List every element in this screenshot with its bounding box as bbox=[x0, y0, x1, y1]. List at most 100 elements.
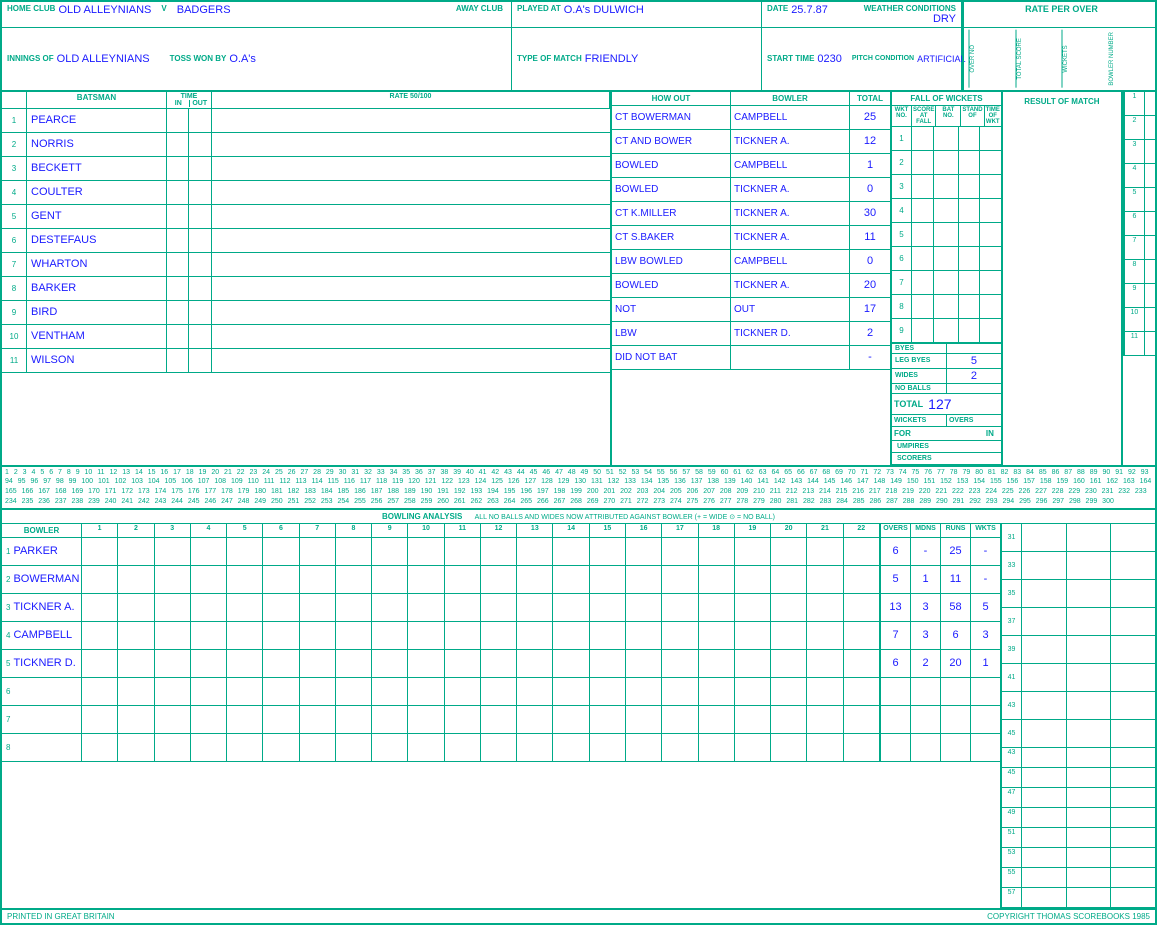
total-cell: 25 bbox=[850, 106, 890, 129]
bowling-rows: 1 PARKER 6 - 25 - 2 BOWERMAN 5 1 11 - 3 … bbox=[2, 538, 1000, 762]
bowl-over-18 bbox=[699, 678, 735, 705]
over-header-11: 11 bbox=[445, 524, 481, 537]
bowl-over-10 bbox=[408, 538, 444, 565]
rate-row: 2 bbox=[1123, 116, 1157, 140]
bowl-over-6 bbox=[263, 594, 299, 621]
total-cell: 2 bbox=[850, 322, 890, 345]
batsman-num: 6 bbox=[2, 229, 27, 252]
time-out bbox=[189, 181, 212, 204]
fow-time bbox=[980, 319, 1001, 342]
bowl-over-21 bbox=[807, 706, 843, 733]
footer-left: PRINTED IN GREAT BRITAIN bbox=[7, 912, 115, 921]
bowler-cell: OUT bbox=[731, 298, 850, 321]
rate-per-over-label: RATE PER OVER bbox=[969, 4, 1154, 14]
bowl-over-20 bbox=[771, 650, 807, 677]
fow-row: 7 bbox=[892, 271, 1001, 295]
over-header-17: 17 bbox=[662, 524, 698, 537]
rate-row: 1 bbox=[1123, 92, 1157, 116]
bowl-over-19 bbox=[735, 566, 771, 593]
batsman-name: BECKETT bbox=[27, 157, 167, 180]
fow-score bbox=[912, 199, 934, 222]
bowl-over-6 bbox=[263, 538, 299, 565]
batsman-name: WILSON bbox=[27, 349, 167, 372]
bowl-over-6 bbox=[263, 566, 299, 593]
how-out-cell: CT BOWERMAN bbox=[612, 106, 731, 129]
fow-score bbox=[912, 319, 934, 342]
batsman-num: 3 bbox=[2, 157, 27, 180]
bowl-overs: 6 bbox=[880, 538, 910, 565]
bowl-over-22 bbox=[844, 622, 880, 649]
rate-row: 8 bbox=[1123, 260, 1157, 284]
how-out-row: LBW BOWLED CAMPBELL 0 bbox=[612, 250, 890, 274]
date-value: 25.7.87 bbox=[791, 4, 828, 16]
rate-row: 4 bbox=[1123, 164, 1157, 188]
rate-bowling-row: 39 bbox=[1002, 636, 1155, 664]
batsman-num: 9 bbox=[2, 301, 27, 324]
bowl-over-7 bbox=[300, 566, 336, 593]
bowl-over-2 bbox=[118, 622, 154, 649]
bowl-overs bbox=[880, 678, 910, 705]
bowl-over-16 bbox=[626, 622, 662, 649]
batting-balls bbox=[212, 181, 610, 204]
scorers-label: SCORERS bbox=[892, 453, 1001, 465]
batting-balls bbox=[212, 205, 610, 228]
bowl-overs: 7 bbox=[880, 622, 910, 649]
bowl-over-22 bbox=[844, 650, 880, 677]
bowl-over-3 bbox=[155, 538, 191, 565]
time-out bbox=[189, 277, 212, 300]
bowling-name: 1 PARKER bbox=[2, 538, 82, 565]
fow-wkt-label: WKT NO. bbox=[892, 106, 912, 126]
played-at-label: PLAYED AT bbox=[517, 4, 561, 13]
how-out-row: BOWLED TICKNER A. 20 bbox=[612, 274, 890, 298]
bowl-over-17 bbox=[662, 622, 698, 649]
bowl-over-15 bbox=[590, 706, 626, 733]
over-header-12: 12 bbox=[481, 524, 517, 537]
time-in bbox=[167, 349, 189, 372]
bowl-over-8 bbox=[336, 566, 372, 593]
bowl-over-11 bbox=[445, 650, 481, 677]
bowl-over-16 bbox=[626, 538, 662, 565]
bowl-over-9 bbox=[372, 678, 408, 705]
total-value: 127 bbox=[928, 396, 951, 412]
bowling-name: 4 CAMPBELL bbox=[2, 622, 82, 649]
batting-row: 3 BECKETT bbox=[2, 157, 610, 181]
bowl-over-22 bbox=[844, 706, 880, 733]
bowl-over-22 bbox=[844, 538, 880, 565]
bowl-over-15 bbox=[590, 734, 626, 761]
how-out-cell: LBW bbox=[612, 322, 731, 345]
bowl-over-7 bbox=[300, 650, 336, 677]
bowl-over-20 bbox=[771, 594, 807, 621]
fow-bat bbox=[934, 271, 959, 294]
rate-row: 9 bbox=[1123, 284, 1157, 308]
bowl-wkts bbox=[970, 734, 1000, 761]
bowl-over-20 bbox=[771, 566, 807, 593]
time-in bbox=[167, 133, 189, 156]
rate-bowling-extra-row: 57 bbox=[1002, 888, 1155, 908]
fow-header: FALL OF WICKETS bbox=[892, 92, 1001, 106]
batting-balls bbox=[212, 277, 610, 300]
total-cell: 0 bbox=[850, 250, 890, 273]
weather-value: DRY bbox=[933, 13, 956, 25]
start-time-value: 0230 bbox=[817, 53, 841, 65]
fow-stand bbox=[959, 295, 981, 318]
time-in bbox=[167, 325, 189, 348]
batting-balls bbox=[212, 229, 610, 252]
how-out-cell: CT AND BOWER bbox=[612, 130, 731, 153]
bowler-cell: TICKNER A. bbox=[731, 202, 850, 225]
bowl-over-6 bbox=[263, 678, 299, 705]
bowl-over-4 bbox=[191, 566, 227, 593]
bowl-over-12 bbox=[481, 622, 517, 649]
type-value: FRIENDLY bbox=[585, 53, 639, 65]
total-cell: 17 bbox=[850, 298, 890, 321]
bowl-wkts bbox=[970, 706, 1000, 733]
bowling-name: 3 TICKNER A. bbox=[2, 594, 82, 621]
batsman-name: VENTHAM bbox=[27, 325, 167, 348]
batsman-num: 2 bbox=[2, 133, 27, 156]
bowl-over-17 bbox=[662, 566, 698, 593]
rate-row: 5 bbox=[1123, 188, 1157, 212]
bowl-over-11 bbox=[445, 706, 481, 733]
bowl-mdns bbox=[910, 706, 940, 733]
bowl-over-13 bbox=[517, 650, 553, 677]
bowl-over-8 bbox=[336, 678, 372, 705]
over-header-3: 3 bbox=[155, 524, 191, 537]
